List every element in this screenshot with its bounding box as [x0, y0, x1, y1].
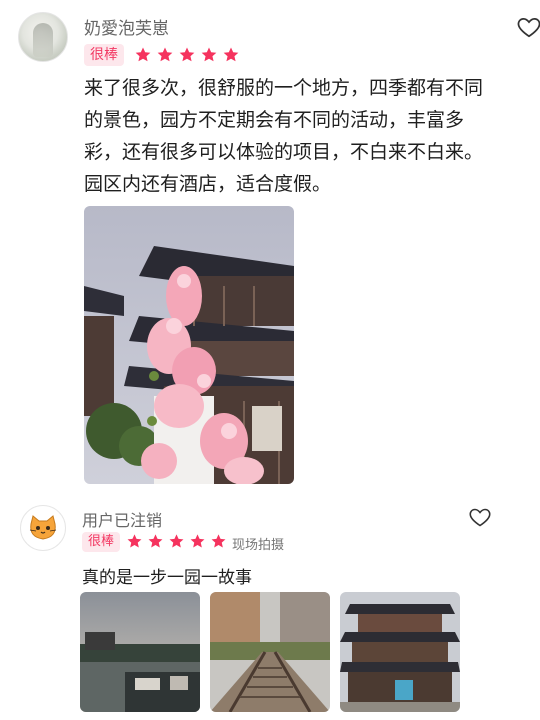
review-photo-pagoda-tower[interactable]: [340, 592, 460, 712]
cat-icon: [29, 515, 57, 540]
review-text: 来了很多次，很舒服的一个地方，四季都有不同 的景色，园方不定期会有不同的活动，丰…: [84, 72, 514, 200]
star-filled-icon: [190, 534, 205, 548]
rating-badge: 很棒: [82, 532, 121, 552]
review-photo-pagoda[interactable]: [84, 206, 294, 484]
star-filled-icon: [201, 47, 217, 62]
review-photo-railway[interactable]: [210, 592, 330, 712]
review-text: 真的是一步一园一故事: [82, 568, 252, 588]
onsite-photo-tag: 现场拍摄: [232, 538, 285, 553]
star-rating: [126, 533, 227, 550]
heart-outline-icon[interactable]: [516, 14, 540, 40]
star-filled-icon: [211, 534, 226, 548]
username[interactable]: 奶愛泡芙崽: [84, 14, 169, 39]
star-filled-icon: [135, 47, 151, 62]
review-text-line: 的景色，园方不定期会有不同的活动，丰富多: [84, 109, 465, 131]
heart-outline-icon[interactable]: [468, 505, 492, 529]
avatar[interactable]: [18, 12, 68, 62]
star-filled-icon: [179, 47, 195, 62]
star-filled-icon: [127, 534, 142, 548]
avatar[interactable]: [20, 505, 66, 551]
star-filled-icon: [223, 47, 239, 62]
review-text-line: 彩，还有很多可以体验的项目，不白来不白来。: [84, 141, 484, 163]
star-filled-icon: [169, 534, 184, 548]
star-filled-icon: [157, 47, 173, 62]
username[interactable]: 用户已注销: [82, 507, 162, 531]
star-filled-icon: [148, 534, 163, 548]
review-photo-lake[interactable]: [80, 592, 200, 712]
star-rating: [134, 46, 240, 64]
rating-badge: 很棒: [84, 44, 124, 66]
review-text-line: 园区内还有酒店，适合度假。: [84, 173, 332, 195]
review-text-line: 来了很多次，很舒服的一个地方，四季都有不同: [84, 77, 484, 99]
